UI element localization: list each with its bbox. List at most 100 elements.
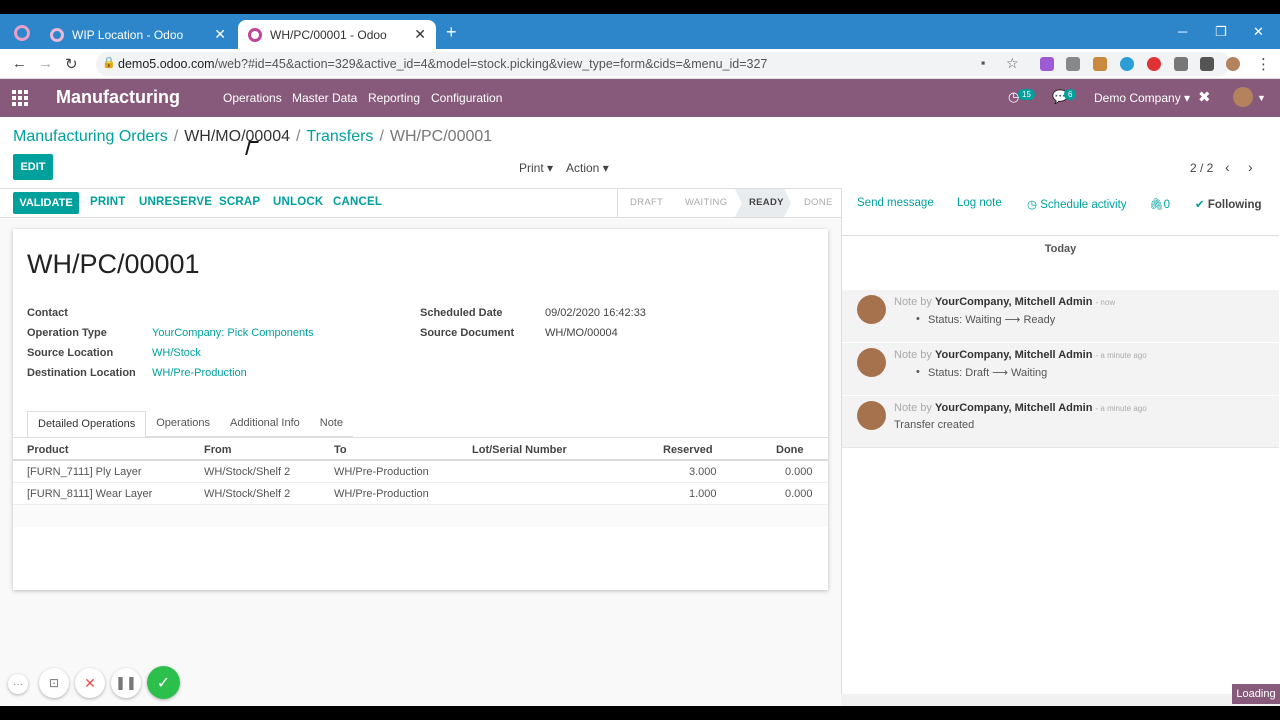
user-avatar[interactable] [1233, 87, 1253, 107]
schedule-activity-button[interactable]: ◷ Schedule activity [1027, 197, 1127, 211]
print-dropdown[interactable]: Print ▾ [519, 161, 553, 175]
extension-icon[interactable] [1120, 57, 1134, 71]
star-icon[interactable]: ☆ [1006, 55, 1019, 72]
pager-next-icon[interactable]: › [1248, 159, 1253, 175]
clock-icon: ◷ [1027, 199, 1038, 211]
tab-operations[interactable]: Operations [146, 411, 221, 437]
activity-badge: 15 [1018, 89, 1035, 100]
breadcrumb-manufacturing-orders[interactable]: Manufacturing Orders [13, 128, 168, 145]
extension-icon[interactable] [1174, 57, 1188, 71]
app-name[interactable]: Manufacturing [56, 87, 180, 108]
cell-product: [FURN_8111] Wear Layer [27, 488, 153, 500]
user-menu-caret-icon[interactable]: ▼ [1257, 93, 1266, 103]
following-button[interactable]: ✔ Following [1195, 197, 1262, 211]
author-avatar[interactable] [857, 401, 886, 430]
tab-detailed-operations[interactable]: Detailed Operations [27, 411, 147, 437]
menu-master-data[interactable]: Master Data [292, 91, 357, 105]
table-row[interactable]: [FURN_8111] Wear Layer WH/Stock/Shelf 2 … [13, 483, 828, 505]
column-lot-serial[interactable]: Lot/Serial Number [472, 444, 567, 456]
browser-tab-picking[interactable]: WH/PC/00001 - Odoo ✕ [238, 20, 436, 49]
recorder-finish-icon[interactable]: ✓ [147, 666, 180, 699]
close-tab-icon[interactable]: ✕ [414, 26, 426, 43]
message-author[interactable]: YourCompany, Mitchell Admin [935, 402, 1092, 414]
message-author[interactable]: YourCompany, Mitchell Admin [935, 296, 1092, 308]
column-to[interactable]: To [334, 444, 347, 456]
close-tab-icon[interactable]: ✕ [214, 26, 226, 43]
camera-icon[interactable]: ▪ [981, 56, 985, 70]
operation-type-link[interactable]: YourCompany: Pick Components [152, 327, 314, 339]
debug-tools-icon[interactable]: ✖ [1198, 88, 1211, 106]
url-field[interactable]: 🔒 demo5.odoo.com /web?#id=45&action=329&… [96, 52, 1231, 76]
kebab-menu-icon[interactable]: ⋮ [1256, 55, 1271, 73]
attachments-button[interactable]: 🖇0 [1149, 197, 1170, 211]
recorder-camera-icon[interactable]: ⊡ [39, 668, 69, 698]
odoo-navbar: Manufacturing Operations Master Data Rep… [0, 79, 1280, 117]
recorder-discard-icon[interactable]: ✕ [75, 668, 105, 698]
edit-button[interactable]: EDIT [13, 154, 53, 180]
table-row[interactable]: [FURN_7111] Ply Layer WH/Stock/Shelf 2 W… [13, 461, 828, 483]
reload-icon[interactable]: ↻ [65, 55, 78, 73]
recorder-pause-icon[interactable]: ❚❚ [111, 668, 141, 698]
minimize-icon[interactable]: ─ [1178, 24, 1187, 39]
message-time: - now [1095, 298, 1116, 307]
menu-configuration[interactable]: Configuration [431, 91, 502, 105]
extension-icon[interactable] [1040, 57, 1054, 71]
cancel-button[interactable]: CANCEL [333, 196, 382, 208]
destination-location-link[interactable]: WH/Pre-Production [152, 367, 247, 379]
action-dropdown[interactable]: Action ▾ [566, 161, 609, 175]
breadcrumb-current: WH/PC/00001 [389, 128, 493, 145]
browser-menu-icon[interactable] [14, 25, 30, 41]
following-label: Following [1207, 199, 1262, 211]
menu-operations[interactable]: Operations [223, 91, 282, 105]
tab-additional-info[interactable]: Additional Info [220, 411, 310, 437]
notebook-tabs: Detailed Operations Operations Additiona… [27, 411, 354, 437]
messages-badge: 6 [1064, 89, 1077, 100]
scrap-button[interactable]: SCRAP [219, 196, 260, 208]
browser-tab-wip[interactable]: WIP Location - Odoo ✕ [40, 20, 236, 49]
chatter-message: Note by YourCompany, Mitchell Admin - a … [842, 343, 1279, 395]
company-switcher[interactable]: Demo Company ▾ [1094, 91, 1190, 105]
message-body: Status: Waiting ⟶ Ready [916, 313, 1055, 326]
source-location-link[interactable]: WH/Stock [152, 347, 201, 359]
recorder-more-icon[interactable]: ··· [8, 674, 28, 694]
close-window-icon[interactable]: ✕ [1253, 24, 1264, 40]
stage-done: DONE [804, 197, 833, 208]
column-reserved[interactable]: Reserved [663, 444, 713, 456]
horizontal-scrollbar[interactable] [841, 694, 1280, 706]
apps-menu-icon[interactable] [12, 90, 30, 106]
message-author[interactable]: YourCompany, Mitchell Admin [935, 349, 1092, 361]
unreserve-button[interactable]: UNRESERVE [139, 196, 212, 208]
pager-previous-icon[interactable]: ‹ [1225, 159, 1230, 175]
validate-button[interactable]: VALIDATE [13, 192, 79, 214]
form-background: WH/PC/00001 Contact Operation Type YourC… [0, 218, 841, 706]
scheduled-date-value: 09/02/2020 16:42:33 [545, 307, 646, 319]
column-from[interactable]: From [204, 444, 232, 456]
profile-avatar[interactable] [1226, 57, 1240, 71]
breadcrumb-transfers[interactable]: Transfers [306, 128, 373, 145]
send-message-button[interactable]: Send message [857, 197, 934, 209]
message-prefix: Note by [894, 349, 932, 361]
column-done[interactable]: Done [776, 444, 804, 456]
log-note-button[interactable]: Log note [957, 197, 1002, 209]
author-avatar[interactable] [857, 295, 886, 324]
puzzle-icon[interactable] [1200, 57, 1214, 71]
operation-type-label: Operation Type [27, 327, 107, 339]
author-avatar[interactable] [857, 348, 886, 377]
forward-icon[interactable]: → [38, 55, 53, 72]
odoo-favicon-icon [50, 27, 64, 42]
tab-note[interactable]: Note [309, 411, 354, 437]
unlock-button[interactable]: UNLOCK [273, 196, 323, 208]
today-label: Today [1044, 243, 1077, 255]
extension-icon[interactable] [1147, 57, 1161, 71]
menu-reporting[interactable]: Reporting [368, 91, 420, 105]
back-icon[interactable]: ← [12, 55, 27, 72]
new-tab-icon[interactable]: + [446, 22, 457, 43]
breadcrumb-mo[interactable]: WH/MO/00004 [184, 128, 290, 145]
extension-icon[interactable] [1093, 57, 1107, 71]
column-product[interactable]: Product [27, 444, 69, 456]
message-time: - a minute ago [1095, 404, 1147, 413]
maximize-icon[interactable]: ❐ [1215, 24, 1227, 40]
message-body: Status: Draft ⟶ Waiting [916, 366, 1047, 379]
extension-icon[interactable] [1066, 57, 1080, 71]
print-button[interactable]: PRINT [90, 196, 126, 208]
